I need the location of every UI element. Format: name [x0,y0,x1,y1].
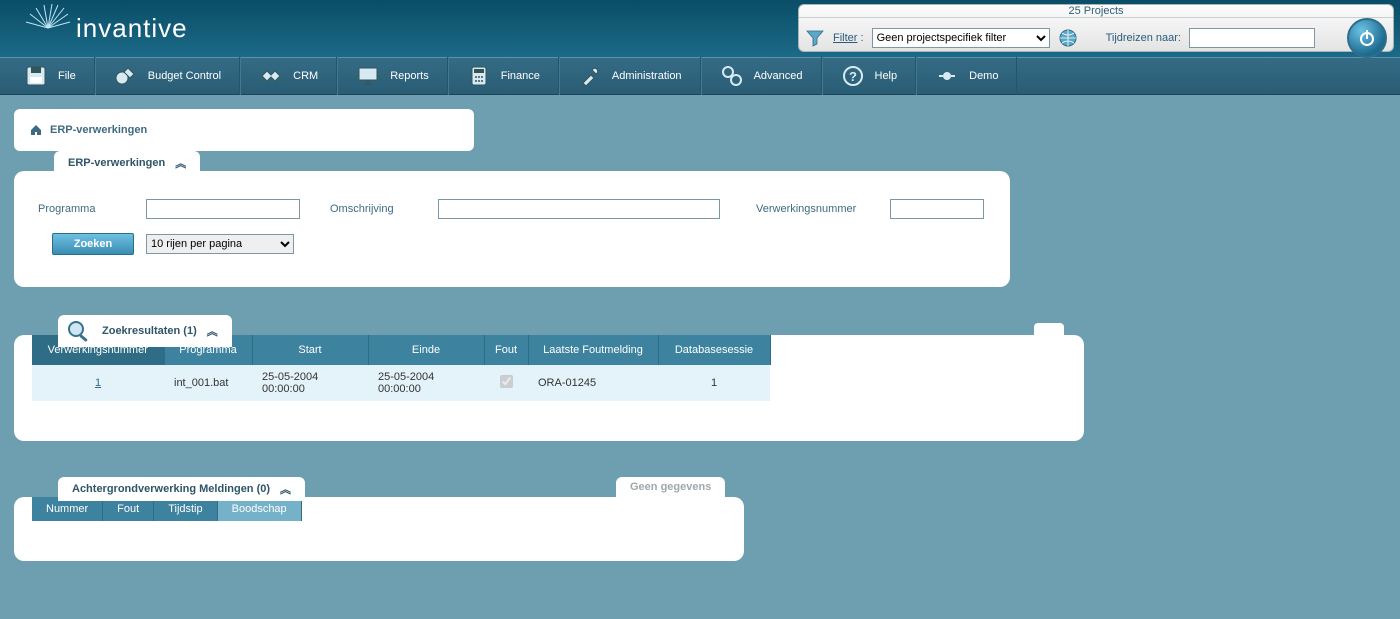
breadcrumb-title: ERP-verwerkingen [50,124,147,136]
menu-budget-control[interactable]: Budget Control [95,57,240,95]
collapse-icon[interactable]: ︽ [175,155,186,171]
cell-start: 25-05-2004 00:00:00 [252,365,368,401]
logo-icon [30,8,72,50]
menu-finance[interactable]: Finance [448,57,559,95]
home-icon[interactable] [30,124,42,136]
omschrijving-label: Omschrijving [330,203,420,215]
search-icon [64,319,92,343]
messages-panel-title: Achtergrondverwerking Meldingen (0) [72,483,270,495]
top-toolbar-controls: Filter : Geen projectspecifiek filter Ti… [799,18,1393,58]
calculator-icon [467,64,491,88]
menu-advanced[interactable]: Advanced [701,57,822,95]
menu-help[interactable]: ? Help [822,57,917,95]
menu-label: Finance [501,70,540,82]
menu-file[interactable]: File [6,57,95,95]
tools-icon [578,64,602,88]
menu-label: Reports [390,70,429,82]
verwerkingsnummer-input[interactable] [890,199,984,219]
fout-checkbox [500,375,513,388]
save-icon [24,64,48,88]
cell-databasesessie: 1 [658,365,770,401]
menu-label: Help [875,70,898,82]
cell-fout [484,365,528,401]
header: invantive 25 Projects Filter : Geen proj… [0,0,1400,57]
rows-per-page-select[interactable]: 10 rijen per pagina [146,234,294,254]
menu-label: Demo [969,70,998,82]
messages-panel: Achtergrondverwerking Meldingen (0) ︽ Ge… [14,497,744,561]
projects-count: 25 Projects [799,5,1393,18]
logo: invantive [30,8,188,50]
search-panel: ERP-verwerkingen ︽ Programma Omschrijvin… [14,171,1010,287]
col-einde[interactable]: Einde [368,335,484,365]
help-icon: ? [841,64,865,88]
zoeken-button[interactable]: Zoeken [52,233,134,255]
time-travel-input[interactable] [1189,28,1315,48]
menu-label: Budget Control [148,70,221,82]
filter-select[interactable]: Geen projectspecifiek filter [872,28,1050,48]
menu-label: Advanced [754,70,803,82]
top-toolbar: 25 Projects Filter : Geen projectspecifi… [798,4,1394,52]
collapse-icon[interactable]: ︽ [207,323,218,339]
programma-label: Programma [38,203,128,215]
col-fout[interactable]: Fout [484,335,528,365]
results-panel: Zoekresultaten (1) ︽ Verwerkingsnummer P… [14,335,1084,441]
menu-administration[interactable]: Administration [559,57,701,95]
results-panel-title: Zoekresultaten (1) [102,325,197,337]
menu-demo[interactable]: Demo [916,57,1017,95]
presentation-icon [356,64,380,88]
menu-label: File [58,70,76,82]
omschrijving-input[interactable] [438,199,720,219]
cell-programma: int_001.bat [164,365,252,401]
menu-reports[interactable]: Reports [337,57,448,95]
power-button[interactable] [1347,18,1387,58]
handshake-icon [259,64,283,88]
col-start[interactable]: Start [252,335,368,365]
search-panel-tab: ERP-verwerkingen ︽ [54,151,200,175]
search-fields-row: Programma Omschrijving Verwerkingsnummer [38,199,986,219]
messages-panel-tab: Achtergrondverwerking Meldingen (0) ︽ [58,477,305,501]
verwerkingsnummer-label: Verwerkingsnummer [756,203,856,215]
menu-label: CRM [293,70,318,82]
cell-einde: 25-05-2004 00:00:00 [368,365,484,401]
globe-icon [1058,28,1078,48]
collapse-icon[interactable]: ︽ [280,481,291,497]
cell-foutmelding: ORA-01245 [528,365,658,401]
svg-text:?: ? [849,69,857,84]
budget-icon [114,64,138,88]
gears-icon [720,64,744,88]
menubar: File Budget Control CRM Reports Finance … [0,57,1400,95]
col-foutmelding[interactable]: Laatste Foutmelding [528,335,658,365]
breadcrumb: ERP-verwerkingen [14,109,474,151]
panel-notch [1034,323,1064,335]
verwerkingsnummer-link[interactable]: 1 [95,377,101,389]
programma-input[interactable] [146,199,300,219]
logo-text: invantive [76,13,188,44]
filter-label: Filter : [833,32,864,44]
search-panel-title: ERP-verwerkingen [68,157,165,169]
cell-verwerkingsnummer[interactable]: 1 [32,365,164,401]
search-actions-row: Zoeken 10 rijen per pagina [38,233,986,255]
demo-icon [935,64,959,88]
filter-icon [805,28,825,48]
time-travel-label: Tijdreizen naar: [1106,32,1181,44]
menu-crm[interactable]: CRM [240,57,337,95]
col-databasesessie[interactable]: Databasesessie [658,335,770,365]
results-panel-tab: Zoekresultaten (1) ︽ [58,315,232,347]
table-row[interactable]: 1 int_001.bat 25-05-2004 00:00:00 25-05-… [32,365,770,401]
menu-label: Administration [612,70,682,82]
no-data-tab: Geen gegevens [616,477,725,497]
